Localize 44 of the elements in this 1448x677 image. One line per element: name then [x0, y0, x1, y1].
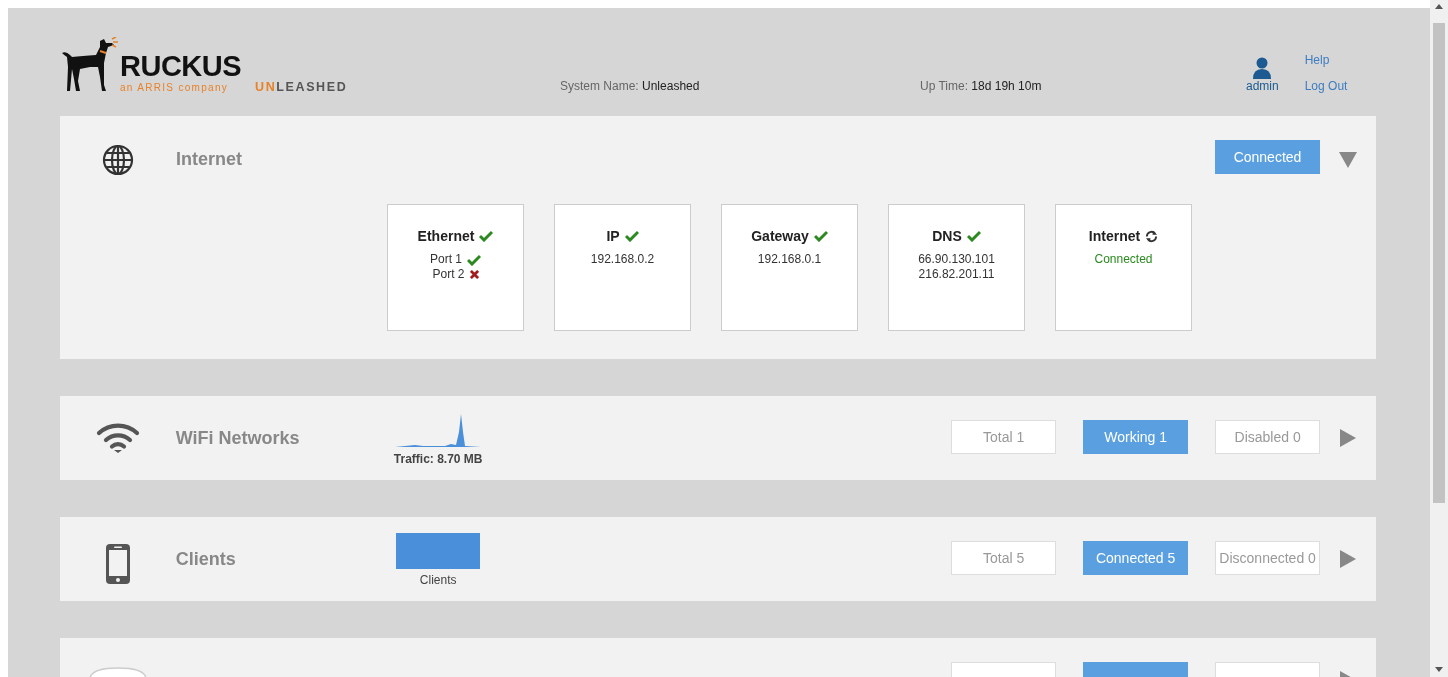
product-name: UN LEASHED [255, 80, 348, 94]
card-title: Ethernet [417, 228, 475, 244]
card-value: 66.90.130.101 [918, 252, 995, 267]
card-value: 192.168.0.1 [757, 252, 822, 267]
card-value: Port 1 [430, 252, 462, 267]
card-title: DNS [932, 228, 962, 244]
expand-triangle-icon[interactable] [1340, 550, 1357, 568]
uptime: Up Time: 18d 19h 10m [920, 79, 1043, 93]
header-link[interactable]: Help [1304, 53, 1348, 67]
status-button[interactable]: Disconnected 0 [1215, 541, 1321, 575]
card-value: Port 2 [432, 267, 465, 282]
scroll-up-icon[interactable] [1435, 4, 1443, 9]
phone-icon [104, 543, 131, 585]
preview-caption: Clients [419, 573, 457, 587]
brand-name: RUCKUS [120, 52, 242, 80]
dog-logo-icon [60, 37, 118, 93]
title-refresh-icon [1145, 229, 1159, 243]
status-text: Connected [1094, 252, 1153, 267]
card-title: Gateway [751, 228, 809, 244]
system-name: System Name: Unleashed [560, 79, 701, 93]
wifi-icon [95, 422, 140, 454]
card-title: Internet [1088, 228, 1141, 244]
status-button[interactable]: Connected 5 [1083, 541, 1189, 575]
card-value: 216.82.201.11 [918, 267, 995, 282]
status-button[interactable]: Working 1 [1083, 420, 1189, 454]
panel-title[interactable]: Internet [176, 140, 396, 170]
brand-tagline: an ARRIS company [120, 82, 230, 93]
scroll-down-icon[interactable] [1435, 667, 1443, 672]
status-button[interactable]: Total 1 [951, 420, 1057, 454]
status-button[interactable]: Disabled 0 [1215, 420, 1321, 454]
preview-caption: Traffic: 8.70 MB [393, 452, 483, 466]
header-link[interactable]: Log Out [1304, 79, 1348, 93]
status-button[interactable]: Total 5 [951, 541, 1057, 575]
status-button[interactable]: Connected [1215, 140, 1320, 174]
expand-triangle-icon[interactable] [1340, 429, 1357, 447]
scrollbar[interactable] [1430, 0, 1448, 677]
globe-icon [102, 144, 134, 176]
panel-title[interactable]: WiFi Networks [175, 396, 396, 449]
card-title: IP [606, 228, 620, 244]
collapse-triangle-icon[interactable] [1339, 152, 1357, 168]
user-icon[interactable] [1252, 57, 1273, 79]
card-value: 192.168.0.2 [590, 252, 655, 267]
username: admin [1246, 79, 1279, 93]
panel-title[interactable]: Clients [175, 517, 396, 570]
